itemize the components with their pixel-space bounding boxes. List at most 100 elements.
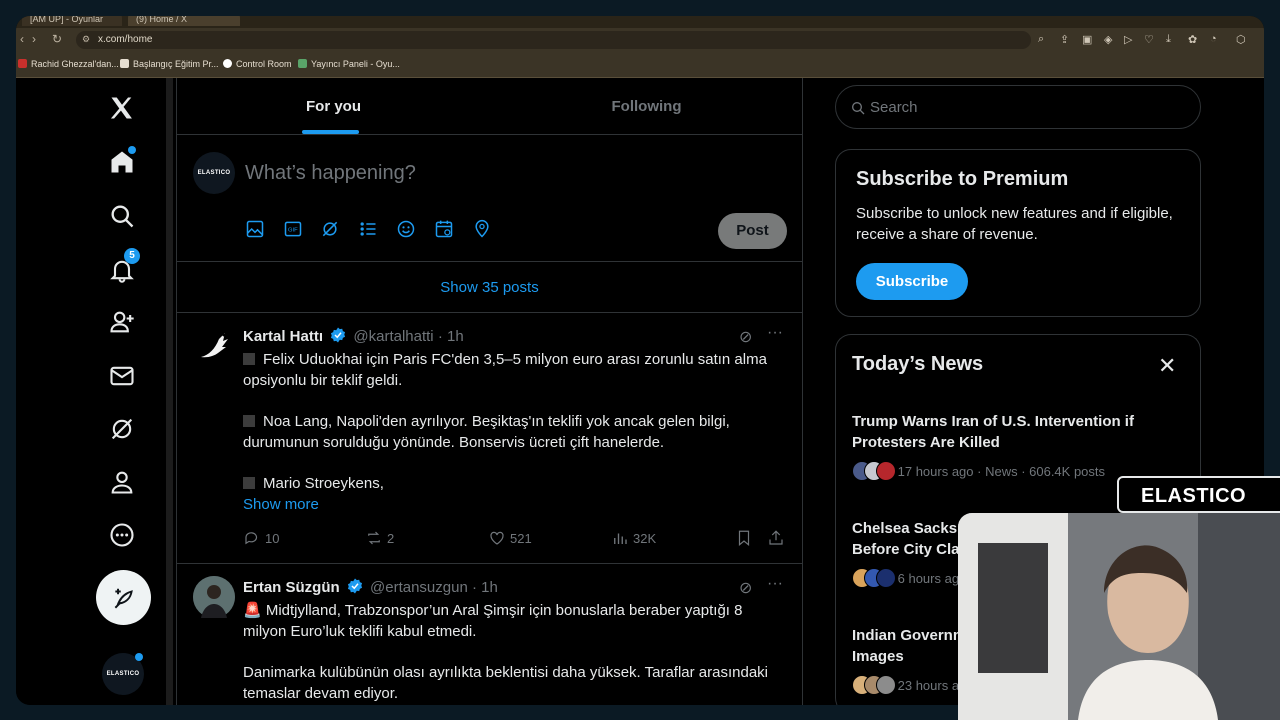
site-info-icon[interactable]: ⚙ bbox=[82, 34, 90, 45]
poll-icon[interactable] bbox=[358, 219, 380, 241]
bookmark-button[interactable] bbox=[735, 529, 757, 547]
news-item[interactable]: Trump Warns Iran of U.S. Intervention if… bbox=[852, 411, 1182, 484]
grok-icon[interactable]: ⊘ bbox=[739, 327, 752, 347]
wallet-icon[interactable]: ⬡ bbox=[1236, 33, 1246, 46]
forward-icon[interactable]: › bbox=[32, 32, 36, 46]
post-button[interactable]: Post bbox=[718, 213, 787, 249]
tweet-paragraph: 🚨 Midtjylland, Trabzonspor’un Aral Şimşi… bbox=[243, 602, 743, 640]
repost-button[interactable]: 2 bbox=[365, 529, 394, 547]
post-time[interactable]: · 1h bbox=[472, 579, 498, 596]
add-person-icon[interactable] bbox=[108, 308, 138, 338]
zoom-icon[interactable]: ⌕ bbox=[1038, 33, 1044, 46]
show-more-link[interactable]: Show more bbox=[243, 494, 783, 515]
verified-badge-icon bbox=[331, 327, 346, 343]
eagle-avatar[interactable] bbox=[193, 325, 235, 367]
address-bar-row: ‹ › ↻ ⚙ x.com/home ⌕ ⇪ ▣ ◈ ▷ ♡ ⤓ ✿ ◔ ⬡ bbox=[16, 28, 1264, 52]
heart-icon bbox=[490, 531, 504, 545]
extension-icon[interactable]: ✿ bbox=[1188, 33, 1197, 46]
search-icon[interactable] bbox=[108, 202, 138, 232]
grok-icon[interactable]: ⊘ bbox=[739, 578, 752, 598]
x-logo-icon[interactable] bbox=[108, 94, 138, 124]
author-avatar[interactable] bbox=[193, 576, 235, 618]
reload-icon[interactable]: ↻ bbox=[52, 32, 62, 46]
reply-icon bbox=[245, 532, 258, 545]
repost-count: 2 bbox=[387, 531, 395, 546]
avatar-stack bbox=[852, 675, 896, 698]
browser-tab[interactable]: [AM UP] - Oyunlar bbox=[22, 16, 122, 26]
profile-icon[interactable] bbox=[108, 468, 138, 498]
premium-card: Subscribe to Premium Subscribe to unlock… bbox=[835, 149, 1201, 317]
download-icon[interactable]: ⤓ bbox=[1166, 33, 1171, 46]
author-name[interactable]: Ertan Süzgün bbox=[243, 579, 340, 596]
shield-icon[interactable]: ◈ bbox=[1104, 33, 1112, 46]
emoji-icon[interactable] bbox=[396, 219, 418, 241]
home-icon[interactable] bbox=[108, 146, 138, 178]
author-name[interactable]: Kartal Hattı bbox=[243, 328, 323, 345]
heart-icon[interactable]: ♡ bbox=[1144, 33, 1154, 46]
back-icon[interactable]: ‹ bbox=[20, 32, 24, 46]
close-icon[interactable]: ✕ bbox=[1158, 353, 1176, 379]
tab-for-you[interactable]: For you bbox=[177, 78, 490, 135]
share-button[interactable] bbox=[767, 529, 789, 547]
scrollbar[interactable] bbox=[166, 78, 173, 705]
tweet[interactable]: Ertan Süzgün @ertansuzgun · 1h ⊘ ··· 🚨 M… bbox=[177, 564, 802, 705]
browser-tab-strip: [AM UP] - Oyunlar (9) Home / X bbox=[16, 16, 1264, 28]
tweet-paragraph: Danimarka kulübünün olası ayrılıkta bekl… bbox=[243, 664, 768, 702]
subscribe-button[interactable]: Subscribe bbox=[856, 263, 968, 300]
gif-icon[interactable]: GIF bbox=[283, 219, 305, 241]
verified-badge-icon bbox=[347, 578, 362, 594]
brand-logo: ELASTICO bbox=[1117, 476, 1280, 513]
profile-icon[interactable]: ◔ bbox=[1210, 33, 1217, 45]
browser-tab-active[interactable]: (9) Home / X bbox=[128, 16, 240, 26]
tab-following[interactable]: Following bbox=[490, 78, 802, 135]
bell-icon[interactable]: 5 bbox=[108, 248, 140, 286]
bookmark-item[interactable]: Yayıncı Paneli - Oyu... bbox=[298, 59, 400, 69]
url-input[interactable]: ⚙ x.com/home bbox=[76, 31, 1031, 49]
schedule-icon[interactable] bbox=[434, 219, 456, 241]
bookmark-label: Rachid Ghezzal'dan... bbox=[31, 59, 119, 69]
tweet[interactable]: Kartal Hattı @kartalhatti · 1h ⊘ ··· Fel… bbox=[177, 313, 802, 564]
more-icon[interactable] bbox=[108, 521, 138, 551]
grok-icon[interactable] bbox=[320, 219, 342, 241]
view-count: 32K bbox=[633, 531, 657, 546]
views-button[interactable]: 32K bbox=[611, 529, 656, 547]
more-options-icon[interactable]: ··· bbox=[767, 575, 783, 593]
location-icon[interactable] bbox=[472, 219, 494, 241]
bookmark-label: Başlangıç Eğitim Pr... bbox=[133, 59, 219, 69]
like-button[interactable]: 521 bbox=[488, 529, 532, 547]
post-composer: ELASTICO What’s happening? GIF Post bbox=[177, 135, 802, 262]
bookmark-item[interactable]: Başlangıç Eğitim Pr... bbox=[120, 59, 219, 69]
bookmark-label: Control Room bbox=[236, 59, 292, 69]
play-icon[interactable]: ▷ bbox=[1124, 33, 1132, 46]
views-icon bbox=[614, 533, 627, 544]
premium-text: Subscribe to unlock new features and if … bbox=[856, 205, 1173, 243]
show-new-posts-button[interactable]: Show 35 posts bbox=[177, 262, 802, 313]
grok-icon[interactable] bbox=[108, 415, 138, 445]
compose-post-button[interactable] bbox=[96, 570, 151, 625]
tweet-actions: 10 2 521 32K bbox=[243, 529, 788, 549]
author-handle[interactable]: @kartalhatti bbox=[353, 328, 433, 345]
search-placeholder: Search bbox=[870, 99, 918, 116]
reply-count: 10 bbox=[265, 531, 280, 546]
post-time[interactable]: · 1h bbox=[438, 328, 464, 345]
timeline-column: For you Following ELASTICO What’s happen… bbox=[176, 78, 803, 705]
avatar-stack bbox=[852, 568, 896, 591]
mail-icon[interactable] bbox=[108, 362, 138, 392]
compose-input[interactable]: What’s happening? bbox=[245, 162, 416, 185]
bookmark-label: Yayıncı Paneli - Oyu... bbox=[311, 59, 400, 69]
screenshot-icon[interactable]: ▣ bbox=[1082, 33, 1092, 46]
bookmark-item[interactable]: Control Room bbox=[223, 59, 292, 69]
media-icon[interactable] bbox=[245, 219, 267, 241]
search-icon bbox=[852, 102, 865, 115]
bookmarks-bar: Rachid Ghezzal'dan... Başlangıç Eğitim P… bbox=[16, 52, 1264, 78]
webcam-feed bbox=[958, 513, 1280, 720]
like-count: 521 bbox=[510, 531, 532, 546]
reply-button[interactable]: 10 bbox=[243, 529, 279, 547]
search-input[interactable]: Search bbox=[835, 85, 1201, 129]
share-icon[interactable]: ⇪ bbox=[1060, 33, 1069, 46]
bookmark-item[interactable]: Rachid Ghezzal'dan... bbox=[18, 59, 119, 69]
composer-avatar[interactable]: ELASTICO bbox=[193, 152, 235, 194]
more-options-icon[interactable]: ··· bbox=[767, 324, 783, 342]
news-title: Today’s News bbox=[852, 353, 984, 375]
author-handle[interactable]: @ertansuzgun bbox=[370, 579, 468, 596]
